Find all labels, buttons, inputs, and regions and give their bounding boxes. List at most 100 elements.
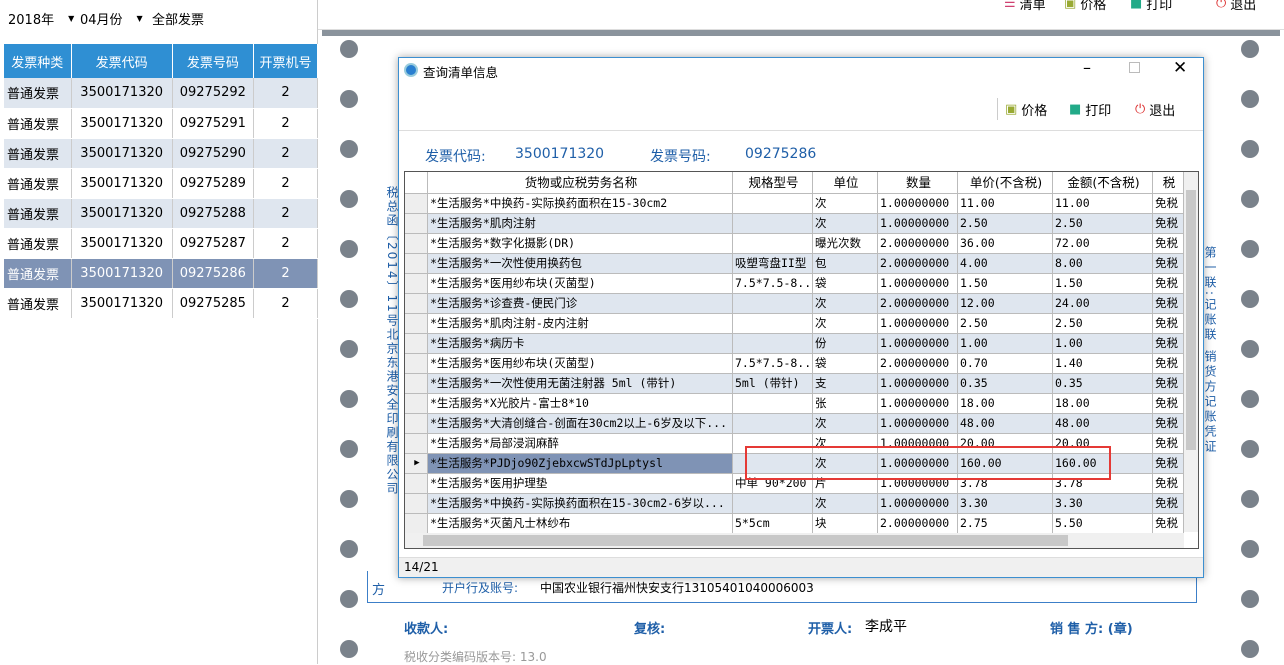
grid-cell-qty: 1.00000000 [878,374,958,394]
list-label: 清单 [1019,0,1046,13]
grid-cell-tax: 免税 [1153,494,1184,514]
grid-row[interactable]: *生活服务*诊查费-便民门诊 次 2.00000000 12.00 24.00 免税 [405,294,1184,314]
grid-row[interactable]: *生活服务*医用纱布块(灭菌型) 7.5*7.5-8... 袋 1.00000000 1… [405,274,1184,294]
column-header[interactable]: 金额(不含税) [1053,172,1153,194]
grid-cell-price: 2.50 [958,214,1053,234]
tractor-hole [340,490,358,508]
grid-cell-unit: 包 [813,254,878,274]
table-cell: 09275289 [172,168,254,199]
grid-cell-unit: 次 [813,194,878,214]
grid-cell-name: *生活服务*中换药-实际换药面积在15-30cm2 [428,194,733,214]
grid-row[interactable]: *生活服务*肌肉注射-皮内注射次 1.00000000 2.50 2.50 免税 [405,314,1184,334]
grid-cell-price: 0.70 [958,354,1053,374]
column-header[interactable]: 税 [1153,172,1184,194]
column-header[interactable]: 单价(不含税) [958,172,1053,194]
grid-cell-name: *生活服务*病历卡 [428,334,733,354]
grid-cell-tax: 免税 [1153,314,1184,334]
invoice-list-panel: 2018年 ▼ 04月份 ▼ 全部发票 发票种类 发票代码 发票号码 开票机号 普通发票 35… [0,0,319,664]
dialog-print-button[interactable]: ■ 打印 [1069,100,1111,119]
column-header[interactable]: 货物或应税劳务名称 [428,172,733,194]
table-cell: 普通发票 [4,198,72,229]
row-indicator [405,274,428,294]
exit-button[interactable]: ⏻ 退出 [1216,0,1256,13]
table-row[interactable]: 普通发票 3500171320 09275285 2 [4,288,319,319]
month-select[interactable]: 04月份 ▼ [80,6,143,30]
year-value: 2018年 [8,12,55,28]
grid-row[interactable]: *生活服务*肌肉注射次 1.00000000 2.50 2.50 免税 [405,214,1184,234]
grid-cell-price: 3.30 [958,494,1053,514]
year-select[interactable]: 2018年 ▼ [8,6,74,30]
grid-row[interactable]: *生活服务*大清创缝合-创面在30cm2以上-6岁及以下... 次 1.000000… [405,414,1184,434]
grid-cell-amt: 48.00 [1053,414,1153,434]
tractor-hole [1241,640,1259,658]
column-header[interactable]: 规格型号 [733,172,813,194]
grid-cell-unit: 次 [813,294,878,314]
tractor-hole [340,340,358,358]
grid-header: 货物或应税劳务名称 规格型号 单位 数量 单价(不含税) 金额(不含税) 税 [405,172,1184,194]
grid-row[interactable]: *生活服务*X光胶片-富士8*10 张 1.00000000 18.00 18.00 免税 [405,394,1184,414]
list-button[interactable]: ☰ 清单 [1004,0,1046,13]
column-header[interactable]: 发票号码 [172,44,254,78]
grid-cell-tax: 免税 [1153,374,1184,394]
type-select[interactable]: 全部发票 [152,6,312,30]
items-grid: 货物或应税劳务名称 规格型号 单位 数量 单价(不含税) 金额(不含税) 税 *生活服务*中换… [404,171,1199,549]
price-icon: ▣ [1064,0,1077,11]
column-header[interactable]: 单位 [813,172,878,194]
price-button[interactable]: ▣ 价格 [1064,0,1106,13]
exit-label: 退出 [1149,104,1176,119]
grid-cell-price: 36.00 [958,234,1053,254]
grid-cell-spec: 7.5*7.5-8... [733,354,813,374]
table-row[interactable]: 普通发票 3500171320 09275288 2 [4,198,319,229]
horizontal-scrollbar[interactable] [405,533,1184,548]
dialog-price-button[interactable]: ▣ 价格 [1005,100,1047,119]
grid-cell-spec [733,394,813,414]
grid-row[interactable]: *生活服务*数字化摄影(DR) 曝光次数 2.00000000 36.00 72.00 免… [405,234,1184,254]
vertical-scrollbar[interactable] [1184,172,1198,532]
grid-cell-price: 2.50 [958,314,1053,334]
row-indicator: ▶ [405,454,428,474]
table-row[interactable]: 普通发票 3500171320 09275290 2 [4,138,319,169]
close-button[interactable]: ✕ [1173,58,1187,78]
table-cell: 3500171320 [71,258,173,289]
column-header[interactable]: 发票种类 [4,44,72,78]
table-row[interactable]: 普通发票 3500171320 09275289 2 [4,168,319,199]
grid-row[interactable]: *生活服务*一次性使用换药包 吸塑弯盘II型包 2.00000000 4.00 8.00… [405,254,1184,274]
reviewer-label: 复核: [634,622,666,637]
maximize-button[interactable] [1129,62,1140,73]
print-button[interactable]: ■ 打印 [1130,0,1172,13]
column-header[interactable]: 开票机号 [253,44,319,78]
grid-row[interactable]: *生活服务*一次性使用无菌注射器 5ml (带针) 5ml (带针) 支 1.0000… [405,374,1184,394]
dialog-exit-button[interactable]: ⏻ 退出 [1135,100,1175,119]
month-value: 04月份 [80,12,123,28]
table-row[interactable]: 普通发票 3500171320 09275292 2 [4,78,319,109]
grid-cell-amt: 1.00 [1053,334,1153,354]
grid-cell-name: *生活服务*肌肉注射-皮内注射 [428,314,733,334]
table-row[interactable]: 普通发票 3500171320 09275291 2 [4,108,319,139]
grid-cell-name: *生活服务*医用纱布块(灭菌型) [428,274,733,294]
grid-cell-amt: 2.50 [1053,314,1153,334]
grid-row[interactable]: *生活服务*病历卡份 1.00000000 1.00 1.00 免税 [405,334,1184,354]
table-row[interactable]: 普通发票 3500171320 09275287 2 [4,228,319,259]
minimize-button[interactable]: – [1083,58,1091,77]
power-icon: ⏻ [1216,0,1227,11]
grid-cell-tax: 免税 [1153,454,1184,474]
table-cell: 09275286 [172,258,254,289]
grid-cell-unit: 份 [813,334,878,354]
grid-cell-spec: 吸塑弯盘II型 [733,254,813,274]
row-indicator [405,414,428,434]
grid-cell-amt: 2.50 [1053,214,1153,234]
table-cell: 09275292 [172,78,254,109]
grid-row[interactable]: *生活服务*灭菌凡士林纱布 5*5cm 块 2.00000000 2.75 5.50 免税 [405,514,1184,534]
grid-cell-qty: 1.00000000 [878,274,958,294]
grid-cell-price: 11.00 [958,194,1053,214]
table-row[interactable]: 普通发票 3500171320 09275286 2 [4,258,319,289]
tractor-hole [340,190,358,208]
grid-row[interactable]: *生活服务*中换药-实际换药面积在15-30cm2-6岁以... 次 1.00000… [405,494,1184,514]
grid-cell-unit: 次 [813,494,878,514]
row-indicator [405,494,428,514]
tractor-hole [340,440,358,458]
column-header[interactable]: 发票代码 [71,44,173,78]
column-header[interactable]: 数量 [878,172,958,194]
grid-row[interactable]: *生活服务*中换药-实际换药面积在15-30cm2 次 1.00000000 11.0… [405,194,1184,214]
grid-row[interactable]: *生活服务*医用纱布块(灭菌型) 7.5*7.5-8... 袋 2.00000000 0… [405,354,1184,374]
